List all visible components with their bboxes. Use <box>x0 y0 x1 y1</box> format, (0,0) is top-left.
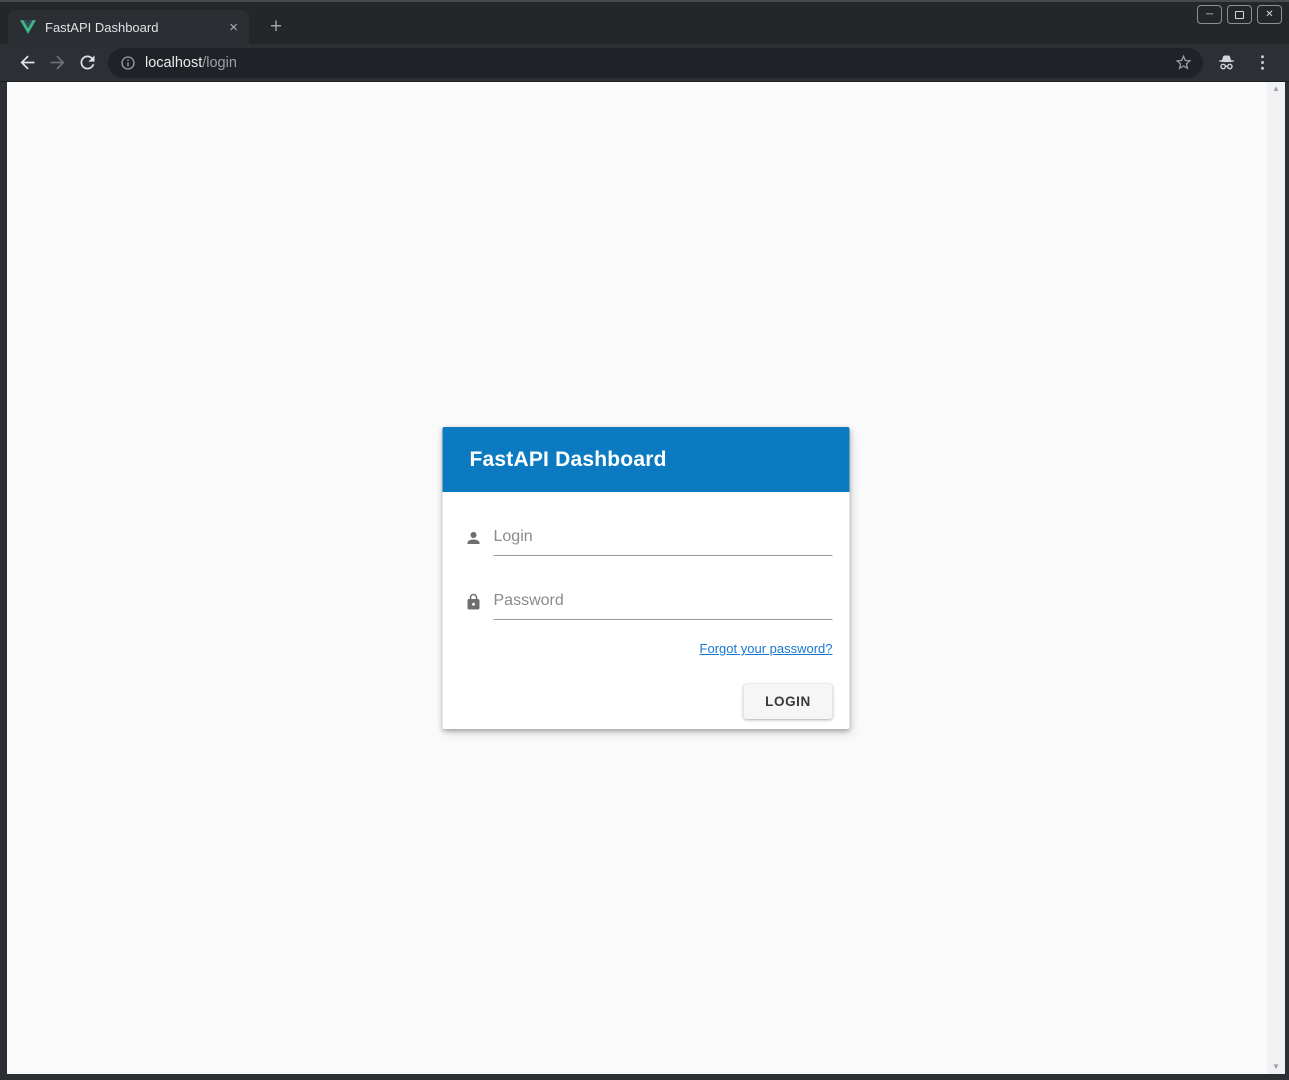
login-card-header: FastAPI Dashboard <box>443 427 850 492</box>
maximize-icon <box>1235 11 1244 19</box>
bookmark-star-icon[interactable] <box>1174 53 1193 72</box>
browser-tab[interactable]: FastAPI Dashboard × <box>8 10 249 44</box>
login-field-row <box>465 522 833 556</box>
window-maximize-button[interactable] <box>1227 5 1252 24</box>
back-arrow-icon <box>17 52 38 73</box>
site-info-icon[interactable] <box>120 55 136 71</box>
forward-arrow-icon <box>47 52 68 73</box>
password-input-underline <box>494 586 833 620</box>
login-card-title: FastAPI Dashboard <box>470 448 667 472</box>
forgot-password-row: Forgot your password? <box>465 640 833 658</box>
toolbar-right <box>1211 48 1279 78</box>
window-minimize-button[interactable]: ─ <box>1197 5 1222 24</box>
incognito-icon <box>1216 52 1237 73</box>
address-bar[interactable]: localhost/login <box>108 48 1203 78</box>
window-controls: ─ ✕ <box>1197 5 1282 24</box>
login-input[interactable] <box>494 522 833 555</box>
url-host: localhost <box>145 55 202 71</box>
new-tab-button[interactable]: + <box>260 10 292 44</box>
login-card: FastAPI Dashboard Forgot your p <box>443 427 850 729</box>
scroll-down-icon[interactable]: ▼ <box>1272 1063 1280 1071</box>
page-scrollbar[interactable]: ▲ ▼ <box>1267 82 1285 1074</box>
tab-title: FastAPI Dashboard <box>45 20 217 35</box>
url-path: /login <box>202 55 237 71</box>
incognito-indicator <box>1211 48 1241 78</box>
login-input-underline <box>494 522 833 556</box>
url-text: localhost/login <box>145 55 237 71</box>
browser-titlebar: FastAPI Dashboard × + ─ ✕ <box>0 0 1289 44</box>
password-field-row <box>465 586 833 620</box>
reload-button[interactable] <box>72 48 102 78</box>
login-button[interactable]: LOGIN <box>744 684 833 719</box>
page-content: FastAPI Dashboard Forgot your p <box>7 82 1285 1074</box>
back-button[interactable] <box>12 48 42 78</box>
password-input[interactable] <box>494 586 833 619</box>
window-close-button[interactable]: ✕ <box>1257 5 1282 24</box>
login-actions: LOGIN <box>465 684 833 719</box>
login-card-body: Forgot your password? LOGIN <box>443 492 850 729</box>
forgot-password-link[interactable]: Forgot your password? <box>700 641 833 656</box>
browser-menu-button[interactable] <box>1247 48 1277 78</box>
tab-close-icon[interactable]: × <box>226 19 241 36</box>
kebab-menu-icon <box>1252 52 1273 73</box>
forward-button[interactable] <box>42 48 72 78</box>
person-icon <box>465 529 483 547</box>
browser-toolbar: localhost/login <box>0 44 1289 82</box>
scroll-up-icon[interactable]: ▲ <box>1272 85 1280 93</box>
lock-icon <box>465 593 483 611</box>
vue-favicon-icon <box>20 20 36 34</box>
reload-icon <box>77 52 98 73</box>
